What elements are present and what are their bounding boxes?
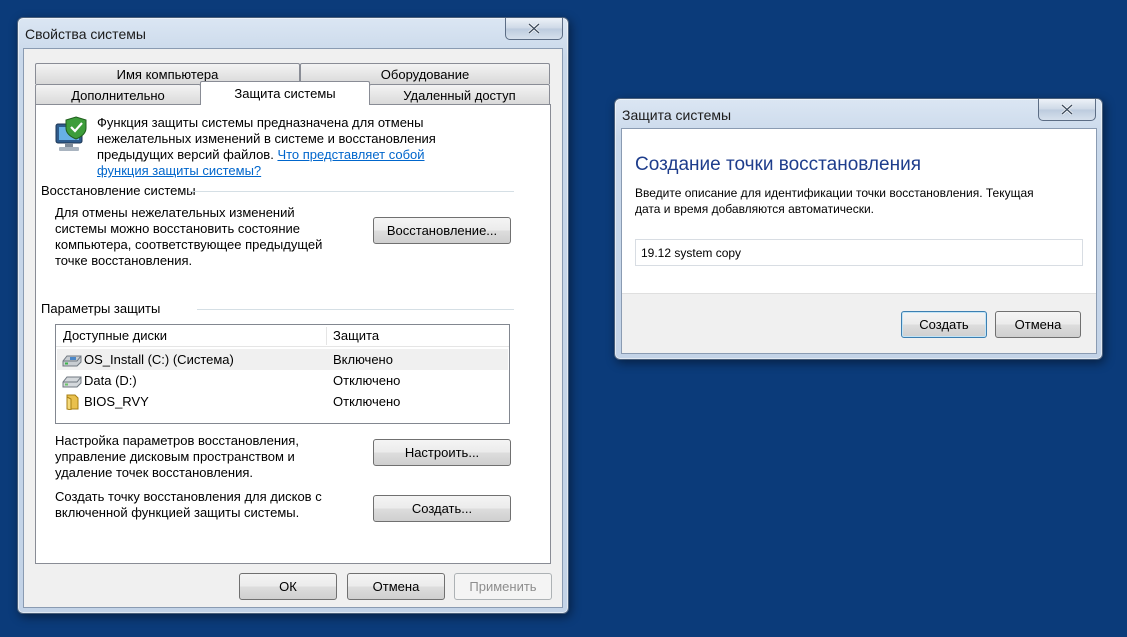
intro-text-tail: предыдущих версий файлов. [97,147,274,162]
system-properties-window: Свойства системы Имя компьютера Оборудов… [17,17,569,614]
system-protection-panel: Функция защиты системы предназначена для… [35,104,551,564]
apply-button[interactable]: Применить [454,573,552,600]
dialog-title: Защита системы [622,107,732,123]
restore-group-title: Восстановление системы [41,183,196,198]
restore-text-line-4: точке восстановления. [55,253,193,268]
table-row[interactable]: OS_Install (C:) (Система) Включено [57,349,508,370]
tab-remote-access[interactable]: Удаленный доступ [369,84,550,105]
create-text-line-2: включенной функцией защиты системы. [55,505,300,520]
drive-name: OS_Install (C:) (Система) [84,352,234,367]
drive-protection-status: Включено [333,352,393,367]
restore-text-line-2: системы можно восстановить состояние [55,221,301,236]
configure-text-line-3: удаление точек восстановления. [55,465,253,480]
tab-label: Имя компьютера [116,66,219,82]
intro-text-line-2: нежелательных изменений в системе и восс… [97,131,436,146]
configure-button[interactable]: Настроить... [373,439,511,466]
close-icon [1061,104,1073,115]
drive-name: Data (D:) [84,373,137,388]
intro-text-line-1: Функция защиты системы предназначена для… [97,115,424,130]
restore-text-line-3: компьютера, соответствующее предыдущей [55,237,323,252]
tab-label: Защита системы [234,86,336,101]
dialog-footer: Создать Отмена [622,293,1096,353]
system-restore-button[interactable]: Восстановление... [373,217,511,244]
drives-list[interactable]: Доступные диски Защита OS_Install (C:) (… [55,324,510,424]
cancel-button[interactable]: Отмена [347,573,445,600]
dialog-heading: Создание точки восстановления [635,154,921,175]
system-drive-icon [62,355,82,367]
tab-label: Удаленный доступ [403,87,516,103]
main-client-area: Имя компьютера Оборудование Дополнительн… [23,48,563,608]
group-divider [188,191,514,192]
system-protection-icon [55,116,87,151]
dialog-create-button[interactable]: Создать [901,311,987,338]
close-button[interactable] [505,18,563,40]
configure-text-line-2: управление дисковым пространством и [55,449,295,464]
tab-label: Оборудование [380,66,470,82]
column-separator[interactable] [326,327,327,345]
help-link[interactable]: Что представляет собой [277,147,424,162]
tab-system-protection[interactable]: Защита системы [200,81,370,105]
dialog-description-line-2: дата и время добавляются автоматически. [635,202,874,216]
dialog-cancel-button[interactable]: Отмена [995,311,1081,338]
column-header-protection[interactable]: Защита [333,328,379,344]
dialog-close-button[interactable] [1038,99,1096,121]
restore-text-line-1: Для отмены нежелательных изменений [55,205,295,220]
dialog-description-line-1: Введите описание для идентификации точки… [635,186,1034,200]
system-properties-titlebar[interactable]: Свойства системы [18,18,568,48]
table-row[interactable]: Data (D:) Отключено [57,370,508,391]
dialog-client-area: Создание точки восстановления Введите оп… [621,128,1097,354]
close-icon [528,23,540,34]
drive-protection-status: Отключено [333,373,401,388]
table-row[interactable]: BIOS_RVY Отключено [57,391,508,412]
create-restore-point-dialog: Защита системы Создание точки восстановл… [614,98,1103,360]
window-title: Свойства системы [25,26,146,42]
hard-drive-icon [62,376,82,388]
drive-protection-status: Отключено [333,394,401,409]
column-header-drives[interactable]: Доступные диски [63,328,167,344]
configure-text-line-1: Настройка параметров восстановления, [55,433,299,448]
create-text-line-1: Создать точку восстановления для дисков … [55,489,322,504]
group-divider [197,309,514,310]
restore-point-description-input[interactable]: 19.12 system copy [635,239,1083,266]
drive-name: BIOS_RVY [84,394,149,409]
tab-advanced[interactable]: Дополнительно [35,84,201,105]
tab-label: Дополнительно [71,87,165,103]
folder-drive-icon [66,394,79,410]
create-restore-point-button[interactable]: Создать... [373,495,511,522]
help-link-continued[interactable]: функция защиты системы? [97,163,261,179]
list-header: Доступные диски Защита [56,325,509,347]
ok-button[interactable]: ОК [239,573,337,600]
dialog-titlebar[interactable]: Защита системы [615,99,1102,129]
input-value: 19.12 system copy [641,246,742,260]
protection-group-title: Параметры защиты [41,301,161,316]
intro-text-line-3: предыдущих версий файлов. Что представля… [97,147,425,163]
